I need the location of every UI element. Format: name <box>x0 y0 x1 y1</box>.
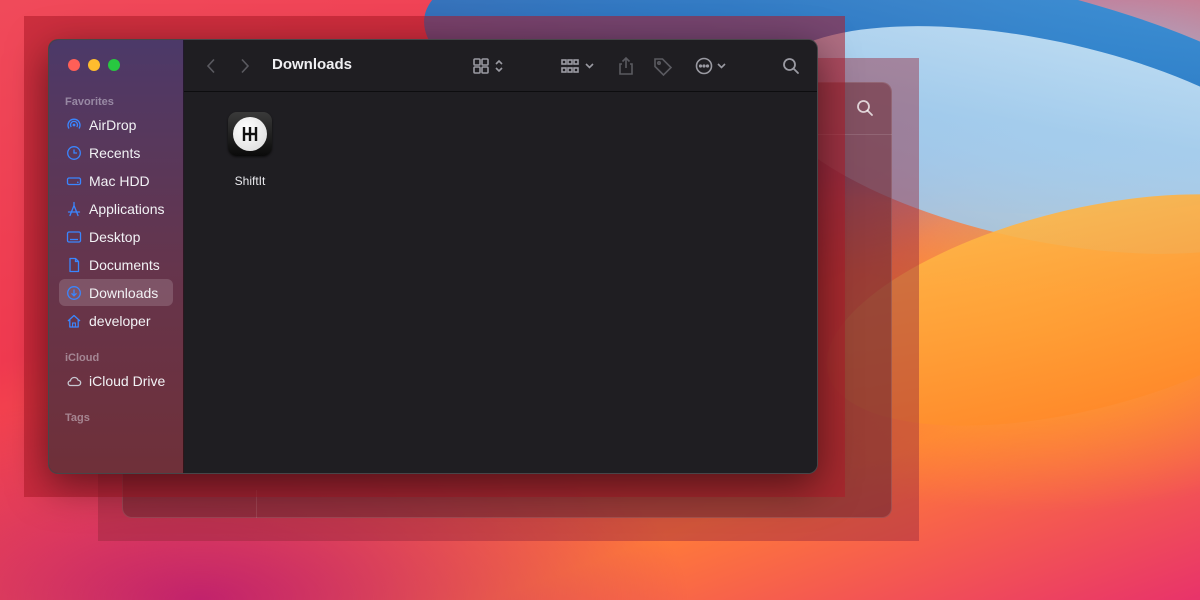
sidebar-item-applications[interactable]: Applications <box>59 195 173 222</box>
home-icon <box>65 312 83 330</box>
search-icon[interactable] <box>780 54 802 78</box>
sidebar-item-airdrop[interactable]: AirDrop <box>59 111 173 138</box>
sidebar-item-label: Mac HDD <box>89 172 150 189</box>
main-pane: Downloads ShiftIt <box>184 40 817 473</box>
zoom-button[interactable] <box>108 59 120 71</box>
disk-icon <box>65 172 83 190</box>
gear-shift-icon <box>233 117 267 151</box>
sidebar-item-recents[interactable]: Recents <box>59 139 173 166</box>
sidebar-section-favorites: Favorites <box>65 96 114 108</box>
downloads-icon <box>65 284 83 302</box>
applications-icon <box>65 200 83 218</box>
group-icon[interactable] <box>560 54 598 78</box>
sidebar-item-downloads[interactable]: Downloads <box>59 279 173 306</box>
sidebar-item-desktop[interactable]: Desktop <box>59 223 173 250</box>
toolbar: Downloads <box>184 40 817 92</box>
window-title: Downloads <box>272 56 353 73</box>
sidebar-section-icloud: iCloud <box>65 352 100 364</box>
finder-window: Favorites AirDrop Recents Mac HDD Applic… <box>48 39 818 474</box>
icon-view-icon[interactable] <box>472 54 508 78</box>
back-icon[interactable] <box>202 54 220 78</box>
forward-icon[interactable] <box>236 54 254 78</box>
background-search-icon[interactable] <box>855 98 875 118</box>
sidebar-item-label: Applications <box>89 200 165 217</box>
sidebar-item-label: iCloud Drive <box>89 372 166 389</box>
close-button[interactable] <box>68 59 80 71</box>
sidebar: Favorites AirDrop Recents Mac HDD Applic… <box>49 40 184 473</box>
file-name: ShiftIt <box>234 174 266 188</box>
tag-icon[interactable] <box>652 54 674 78</box>
file-item[interactable]: ShiftIt <box>222 112 278 188</box>
more-icon[interactable] <box>694 54 732 78</box>
sidebar-item-mac-hdd[interactable]: Mac HDD <box>59 167 173 194</box>
desktop-icon <box>65 228 83 246</box>
document-icon <box>65 256 83 274</box>
sidebar-item-documents[interactable]: Documents <box>59 251 173 278</box>
airdrop-icon <box>65 116 83 134</box>
minimize-button[interactable] <box>88 59 100 71</box>
sidebar-item-label: Documents <box>89 256 160 273</box>
sidebar-item-label: Recents <box>89 144 141 161</box>
sidebar-section-tags: Tags <box>65 412 90 424</box>
shiftit-app-icon[interactable] <box>228 112 272 156</box>
clock-icon <box>65 144 83 162</box>
sidebar-item-label: Downloads <box>89 284 159 301</box>
sidebar-item-label: developer <box>89 312 151 329</box>
sidebar-item-icloud-drive[interactable]: iCloud Drive <box>59 367 173 394</box>
sidebar-item-label: Desktop <box>89 228 141 245</box>
cloud-icon <box>65 372 83 390</box>
sidebar-item-label: AirDrop <box>89 116 137 133</box>
share-icon[interactable] <box>616 54 636 78</box>
sidebar-item-developer[interactable]: developer <box>59 307 173 334</box>
